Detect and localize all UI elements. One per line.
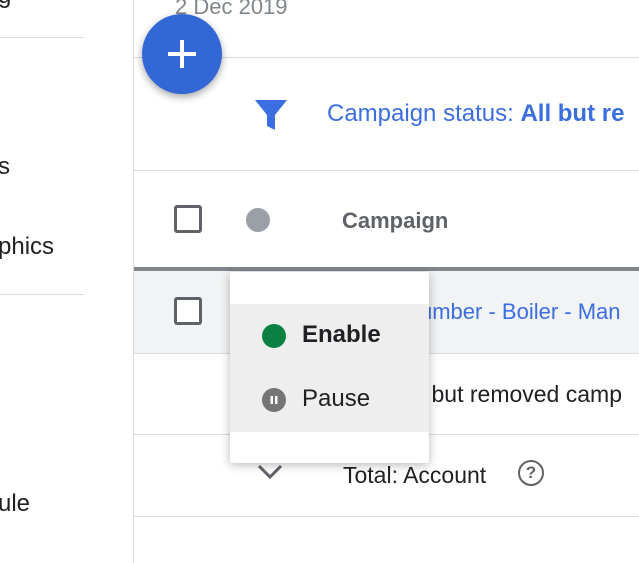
campaign-status-filter[interactable]: Campaign status: All but re [327, 100, 624, 128]
sidebar-item-label[interactable]: ule [0, 490, 30, 518]
help-icon[interactable]: ? [518, 460, 544, 486]
campaign-name-link[interactable]: umber - Boiler - Man [420, 299, 621, 325]
row-checkbox[interactable] [174, 297, 202, 325]
status-menu: Enable Pause [230, 272, 429, 463]
nav-divider [0, 37, 84, 38]
menu-item-label: Enable [302, 321, 381, 348]
nav-divider [0, 294, 84, 295]
status-column-icon[interactable] [246, 208, 270, 232]
chevron-down-icon[interactable] [256, 462, 284, 482]
pause-icon [262, 388, 286, 412]
add-button[interactable] [142, 14, 222, 94]
select-all-checkbox[interactable] [174, 205, 202, 233]
sidebar-item-label[interactable]: s [0, 153, 10, 181]
plus-icon [168, 40, 196, 68]
total-label: Total: Account [343, 462, 487, 488]
filter-prefix: Campaign status: [327, 100, 521, 127]
divider [134, 516, 639, 517]
menu-item-enable[interactable]: Enable [230, 304, 429, 368]
sidebar-item-label[interactable]: g [0, 0, 11, 10]
filter-icon[interactable] [254, 98, 288, 132]
table-row-text: l but removed camp [420, 381, 622, 407]
divider [134, 170, 639, 171]
menu-item-label: Pause [302, 385, 371, 412]
enabled-dot-icon [262, 324, 286, 348]
menu-item-pause[interactable]: Pause [230, 368, 429, 432]
side-navigation: g s phics ule [0, 0, 134, 563]
sidebar-item-label[interactable]: phics [0, 233, 54, 261]
filter-value: All but re [520, 100, 625, 127]
column-header-campaign[interactable]: Campaign [342, 208, 448, 234]
